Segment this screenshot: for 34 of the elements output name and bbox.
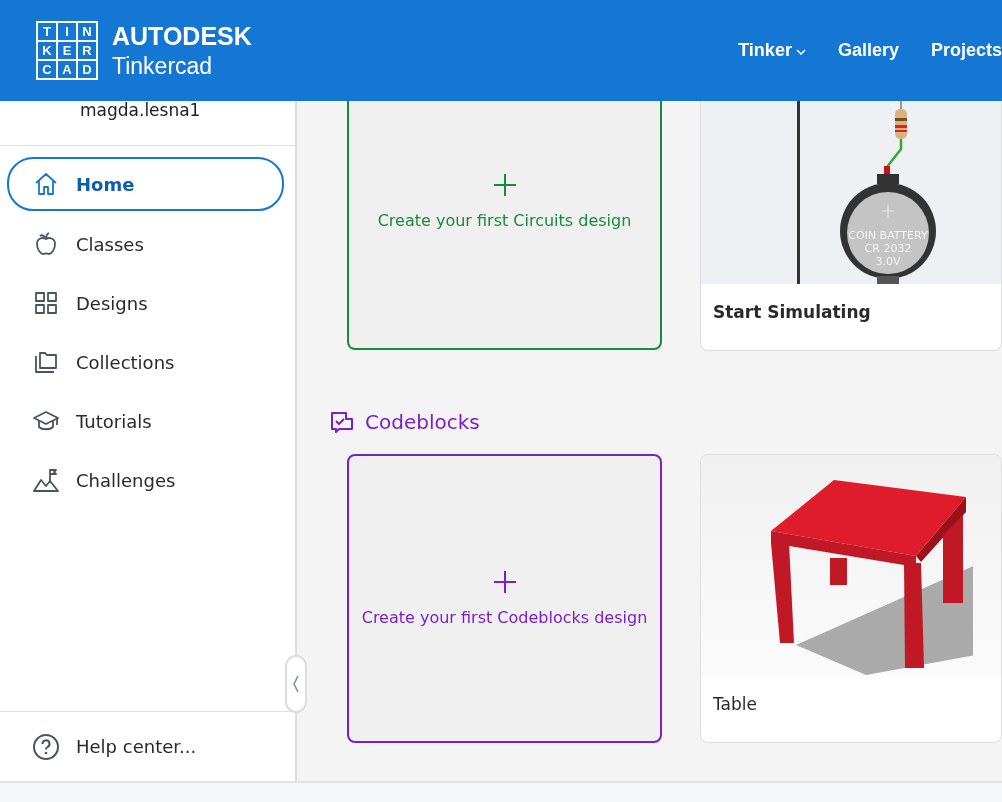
sample-design-card[interactable]: Table [700,454,1002,743]
section-heading: Codeblocks [365,410,480,434]
caret-icon [795,48,806,55]
sidebar-item[interactable]: Designs [7,277,284,329]
codeblocks-icon [329,410,355,434]
apple-icon [33,231,59,257]
nav-link[interactable]: Projects [930,40,1002,61]
create-design-card[interactable]: Create your first Codeblocks design [347,454,662,743]
grid-icon [33,290,59,316]
card-title: Start Simulating [712,301,872,322]
logo-grid: T I N K E R C A D [36,21,98,80]
folders-icon [33,349,59,375]
sidebar-item[interactable]: Tutorials [7,395,284,447]
product-name: Tinkercad [112,52,214,80]
nav-link[interactable]: Tinker [738,40,806,61]
resistor-drawing [895,101,907,139]
home-icon [33,171,59,197]
help-icon [32,732,60,761]
sidebar-item[interactable]: Classes [7,218,284,270]
help-center-link[interactable]: Help center... [32,732,197,761]
card-title: Table [712,693,758,714]
plus-icon [492,173,517,197]
wire [886,139,903,168]
collapse-sidebar-button[interactable] [285,655,307,713]
mountain-flag-icon [33,467,59,493]
brand-name: AUTODESK [112,21,252,51]
user-name: magda.lesna1 [0,101,295,146]
chevron-left-icon [292,674,300,694]
nav-link[interactable]: Gallery [837,40,899,61]
sidebar-item[interactable]: Home [7,157,284,211]
plus-icon [492,570,517,594]
sidebar-item[interactable]: Challenges [7,454,284,506]
sidebar-item[interactable]: Collections [7,336,284,388]
create-design-card[interactable]: Create your first Circuits design [347,101,662,350]
